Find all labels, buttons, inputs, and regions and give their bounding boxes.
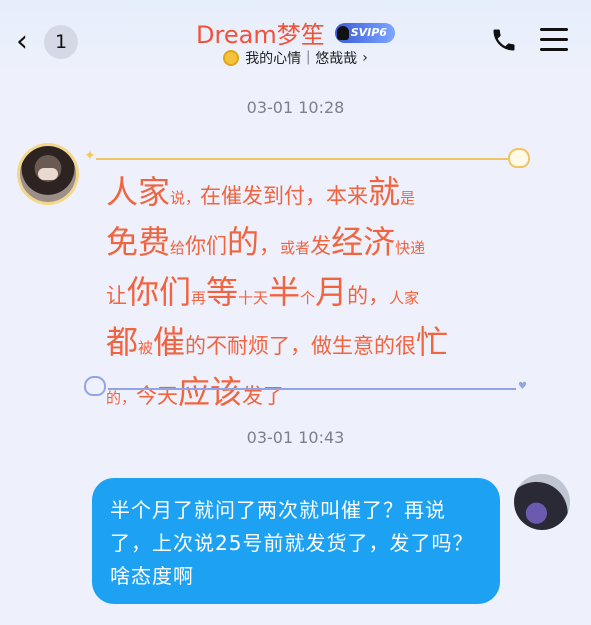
contact-avatar[interactable]	[20, 146, 76, 202]
bubble-border-top	[96, 158, 508, 160]
menu-icon[interactable]	[540, 28, 568, 52]
message-timestamp: 03-01 10:28	[246, 98, 345, 117]
chevron-right-icon: ›	[362, 50, 368, 66]
phone-icon[interactable]	[490, 26, 518, 54]
message-bubble-sent[interactable]: 半个月了就问了两次就叫催了？再说了，上次说25号前就发货了，发了吗？啥态度啊	[92, 478, 500, 604]
message-text: 人家说，在催发到付，本来就是 免费给你们的，或者发经济快递 让你们再等十天半个月…	[106, 173, 449, 411]
message-timestamp: 03-01 10:43	[246, 428, 345, 447]
heart-icon: ♥	[518, 381, 527, 392]
my-avatar[interactable]	[514, 474, 570, 530]
contact-name: Dream梦笙	[196, 21, 325, 49]
cat-icon	[84, 376, 106, 396]
mood-icon	[223, 50, 240, 66]
message-bubble-received[interactable]: 人家说，在催发到付，本来就是 免费给你们的，或者发经济快递 让你们再等十天半个月…	[84, 148, 530, 411]
status-text: 我的心情｜悠哉哉	[245, 51, 358, 67]
svip-badge: SVIP6	[334, 22, 395, 43]
message-text: 半个月了就问了两次就叫催了？再说了，上次说25号前就发货了，发了吗？啥态度啊	[110, 498, 474, 588]
star-icon: ✦	[84, 148, 96, 164]
bubble-border-bottom	[108, 388, 516, 390]
chat-header: ‹ 1 Dream梦笙 SVIP6 我的心情｜悠哉哉 ›	[0, 0, 591, 78]
cat-icon	[508, 148, 530, 168]
